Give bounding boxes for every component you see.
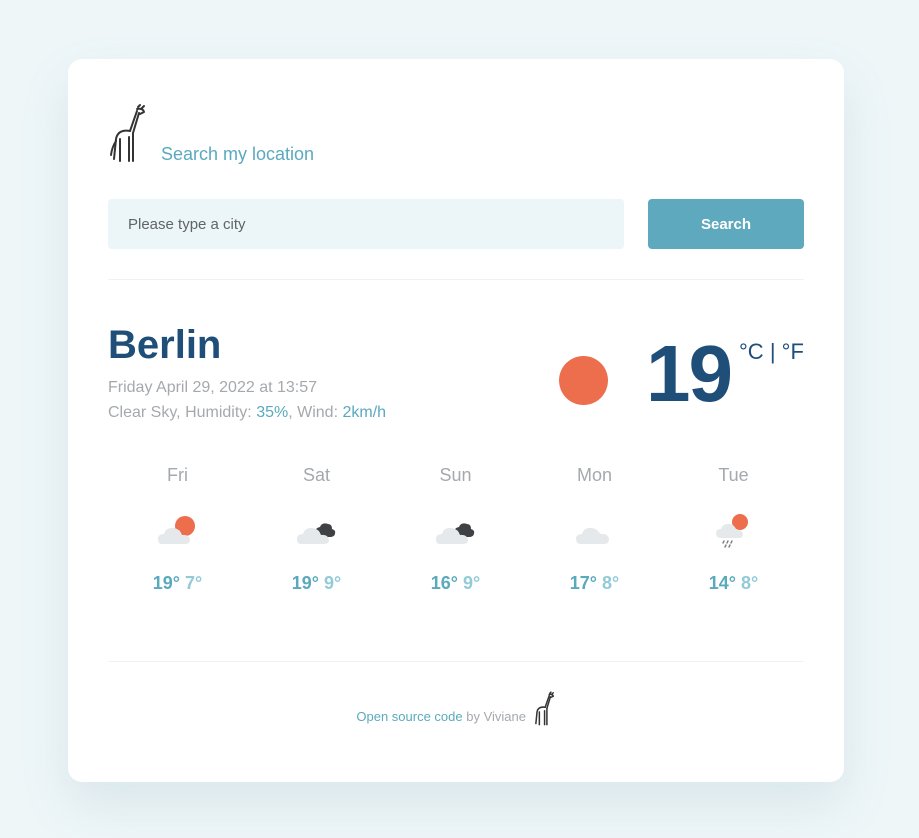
divider: [108, 661, 804, 662]
forecast-day-name: Sat: [302, 465, 331, 485]
search-form: Search: [108, 199, 804, 249]
forecast-max: 16°: [430, 573, 458, 593]
forecast-day-name: Mon: [576, 465, 612, 485]
city-search-input[interactable]: [108, 199, 624, 249]
forecast-day-name: Sun: [439, 465, 472, 485]
cloud-icon: [575, 527, 609, 544]
sun-icon: [559, 356, 608, 405]
forecast-day: Sun 16° 9°: [386, 464, 525, 594]
forecast-day-name: Tue: [718, 465, 749, 485]
divider: [108, 279, 804, 280]
giraffe-small-icon: [534, 691, 554, 726]
forecast-day: Tue 14° 8°: [664, 464, 803, 594]
forecast-min: 7°: [185, 573, 203, 593]
forecast-max: 19°: [291, 573, 319, 593]
forecast-max: 19°: [152, 573, 180, 593]
giraffe-logo-icon: [110, 104, 145, 162]
forecast-max: 14°: [708, 573, 736, 593]
forecast-temps: 16° 9°: [386, 572, 525, 594]
forecast-min: 9°: [324, 573, 342, 593]
header: Search my location: [108, 103, 314, 165]
forecast-min: 8°: [602, 573, 620, 593]
fahrenheit-link[interactable]: °F: [782, 339, 804, 364]
unit-toggle: °C | °F: [739, 339, 804, 365]
forecast-max: 17°: [569, 573, 597, 593]
search-my-location-link[interactable]: Search my location: [161, 143, 314, 165]
forecast-temps: 19° 9°: [247, 572, 386, 594]
humidity-label: Humidity:: [185, 404, 252, 421]
cloudy-dark-icon: [296, 523, 335, 544]
current-datetime: Friday April 29, 2022 at 13:57: [108, 379, 318, 396]
sun-rain-icon: [715, 514, 748, 548]
humidity-value: 35%: [256, 404, 289, 421]
description-text: Clear Sky: [108, 404, 177, 421]
forecast-day: Sat 19° 9°: [247, 464, 386, 594]
forecast-day: Fri 19° 7°: [108, 464, 247, 594]
forecast-day-name: Fri: [167, 465, 188, 485]
open-source-link[interactable]: Open source code: [356, 709, 462, 724]
forecast-temps: 14° 8°: [664, 572, 803, 594]
unit-separator: |: [769, 339, 776, 364]
cloudy-dark-icon: [435, 523, 474, 544]
weather-card: Search my location Search Berlin Friday …: [68, 59, 844, 782]
weather-description: Clear Sky, Humidity: 35%, Wind: 2km/h: [108, 404, 387, 421]
forecast-temps: 19° 7°: [108, 572, 247, 594]
city-name: Berlin: [108, 323, 222, 367]
current-temperature: 19: [646, 329, 733, 418]
forecast-temps: 17° 8°: [525, 572, 664, 594]
forecast-min: 8°: [741, 573, 759, 593]
forecast: Fri 19° 7° Sat 19° 9° Sun 16° 9° Mon 17°…: [108, 464, 804, 614]
search-button[interactable]: Search: [648, 199, 804, 249]
forecast-min: 9°: [463, 573, 481, 593]
celsius-link[interactable]: °C: [739, 339, 764, 364]
wind-value: 2km/h: [342, 404, 387, 421]
forecast-day: Mon 17° 8°: [525, 464, 664, 594]
footer: Open source code by Viviane: [68, 691, 844, 727]
partly-sunny-icon: [157, 516, 195, 544]
wind-label: Wind:: [297, 404, 339, 421]
author-credit: by Viviane: [466, 709, 526, 724]
